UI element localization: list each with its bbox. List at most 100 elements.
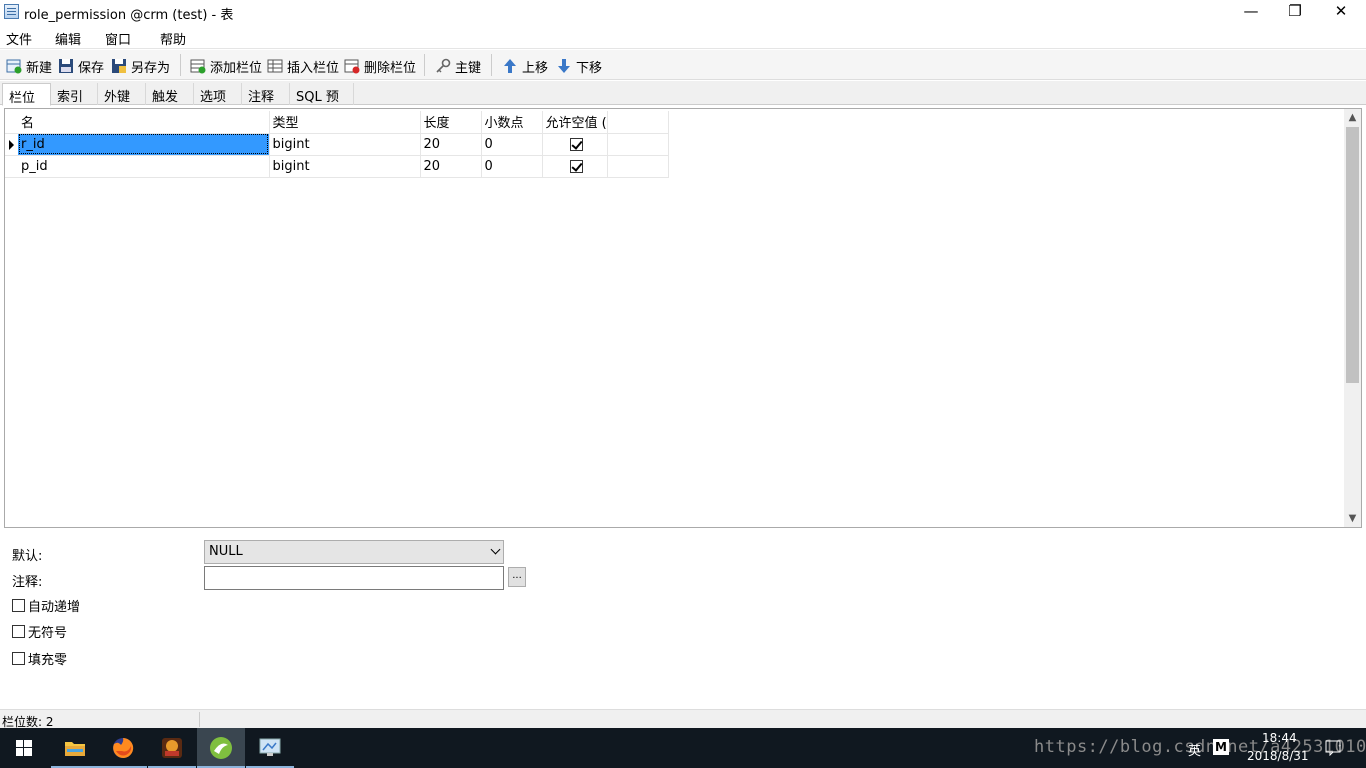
field-length-cell[interactable]: 20 [420, 155, 482, 178]
file-explorer-button[interactable] [51, 728, 99, 768]
toolbar-divider [180, 54, 181, 76]
comment-ellipsis-button[interactable]: ... [508, 567, 526, 587]
vertical-scrollbar[interactable]: ▲ ▼ [1344, 109, 1361, 527]
menu-help[interactable]: 帮助 [160, 29, 186, 48]
scroll-up-icon[interactable]: ▲ [1344, 109, 1361, 126]
table-row[interactable]: r_id bigint 20 0 [5, 133, 669, 156]
field-type-cell[interactable]: bigint [269, 155, 421, 178]
row-gutter [5, 155, 18, 178]
insert-field-button[interactable]: 插入栏位 [267, 56, 339, 76]
grid-header-row: 名 类型 长度 小数点 允许空值 ( [5, 111, 669, 134]
scroll-thumb[interactable] [1346, 127, 1359, 383]
arrow-up-icon [504, 59, 516, 73]
field-type-cell[interactable]: bigint [269, 133, 421, 156]
auto-increment-option[interactable]: 自动递增 [12, 596, 80, 615]
tab-comment[interactable]: 注释 [242, 83, 290, 105]
save-label: 保存 [78, 60, 105, 76]
unsigned-label: 无符号 [28, 626, 68, 641]
add-field-button[interactable]: 添加栏位 [190, 56, 262, 76]
close-button[interactable]: ✕ [1318, 0, 1364, 24]
chevron-down-icon [490, 544, 501, 555]
notification-icon[interactable] [1325, 740, 1341, 756]
allow-null-checkbox[interactable] [569, 159, 583, 173]
ime-mode-icon[interactable]: M [1213, 739, 1229, 755]
column-header-name[interactable]: 名 [18, 111, 270, 134]
minimize-button[interactable]: — [1228, 0, 1274, 24]
field-length-cell[interactable]: 20 [420, 133, 482, 156]
toolbar-divider [424, 54, 425, 76]
toolbar-divider [491, 54, 492, 76]
firefox-button[interactable] [99, 728, 147, 768]
allow-null-checkbox[interactable] [569, 137, 583, 151]
save-as-button[interactable]: 另存为 [111, 56, 170, 76]
column-header-extra[interactable] [607, 111, 669, 134]
navicat-icon [210, 737, 232, 759]
remote-desktop-button[interactable] [246, 728, 294, 768]
restore-button[interactable]: ❐ [1272, 0, 1318, 24]
tab-strip: 栏位 索引 外键 触发器 选项 注释 SQL 预览 [0, 81, 1366, 124]
insert-field-icon [267, 59, 283, 73]
taskbar: https://blog.csdn.net/a425310101 英 M 18:… [0, 728, 1366, 768]
field-extra-cell[interactable] [607, 133, 669, 156]
primary-key-button[interactable]: 主键 [435, 56, 481, 76]
start-button[interactable] [0, 728, 48, 768]
new-table-icon [6, 59, 22, 74]
menu-window[interactable]: 窗口 [105, 29, 131, 48]
menu-edit[interactable]: 编辑 [55, 29, 81, 48]
field-name-cell[interactable]: r_id [18, 133, 270, 156]
unsigned-option[interactable]: 无符号 [12, 622, 67, 641]
new-label: 新建 [26, 60, 53, 76]
unsigned-checkbox[interactable] [12, 625, 25, 638]
new-button[interactable]: 新建 [6, 56, 52, 76]
zerofill-option[interactable]: 填充零 [12, 649, 67, 668]
field-decimals-cell[interactable]: 0 [481, 155, 543, 178]
delete-field-button[interactable]: 删除栏位 [344, 56, 416, 76]
insert-field-label: 插入栏位 [287, 60, 340, 76]
scroll-down-icon[interactable]: ▼ [1344, 510, 1361, 527]
fields-grid: 名 类型 长度 小数点 允许空值 ( r_id bigint 20 0 p_id… [4, 108, 1362, 528]
comment-input[interactable] [204, 566, 504, 590]
file-explorer-icon [65, 742, 85, 756]
column-header-decimals[interactable]: 小数点 [481, 111, 543, 134]
clock-date[interactable]: 2018/8/31 [1247, 749, 1309, 763]
field-nullable-cell[interactable] [542, 133, 608, 156]
comment-label: 注释: [12, 575, 43, 590]
delete-field-label: 删除栏位 [364, 60, 417, 76]
current-row-pointer-icon [9, 139, 14, 150]
tab-sql-preview[interactable]: SQL 预览 [290, 83, 354, 124]
menu-file[interactable]: 文件 [6, 29, 32, 48]
tab-indexes[interactable]: 索引 [51, 83, 98, 105]
tab-foreign-keys[interactable]: 外键 [98, 83, 146, 105]
field-nullable-cell[interactable] [542, 155, 608, 178]
column-header-allow-null[interactable]: 允许空值 ( [542, 111, 608, 134]
save-as-icon [112, 59, 126, 73]
fields-table: 名 类型 长度 小数点 允许空值 ( r_id bigint 20 0 p_id… [5, 111, 669, 178]
tab-options[interactable]: 选项 [194, 83, 242, 105]
zerofill-checkbox[interactable] [12, 652, 25, 665]
move-up-button[interactable]: 上移 [502, 56, 548, 76]
column-header-type[interactable]: 类型 [269, 111, 421, 134]
tab-triggers[interactable]: 触发器 [146, 83, 194, 124]
title-bar: role_permission @crm (test) - 表 — ❐ ✕ [0, 0, 1366, 24]
firefox-icon [113, 737, 134, 758]
auto-increment-checkbox[interactable] [12, 599, 25, 612]
table-icon [4, 4, 19, 19]
save-button[interactable]: 保存 [58, 56, 104, 76]
field-extra-cell[interactable] [607, 155, 669, 178]
add-field-icon [190, 59, 206, 74]
table-row[interactable]: p_id bigint 20 0 [5, 155, 669, 178]
game-button[interactable] [148, 728, 196, 768]
primary-key-label: 主键 [455, 60, 482, 76]
default-value-select[interactable]: NULL [204, 540, 504, 564]
clock-time[interactable]: 18:44 [1262, 731, 1297, 745]
tab-fields[interactable]: 栏位 [2, 83, 51, 106]
status-divider [199, 712, 200, 727]
column-header-length[interactable]: 长度 [420, 111, 482, 134]
delete-field-icon [344, 59, 360, 74]
field-name-cell[interactable]: p_id [18, 155, 270, 178]
field-decimals-cell[interactable]: 0 [481, 133, 543, 156]
ime-indicator[interactable]: 英 [1188, 740, 1201, 759]
move-down-button[interactable]: 下移 [556, 56, 602, 76]
default-label: 默认: [12, 549, 43, 564]
navicat-button[interactable] [197, 728, 245, 768]
